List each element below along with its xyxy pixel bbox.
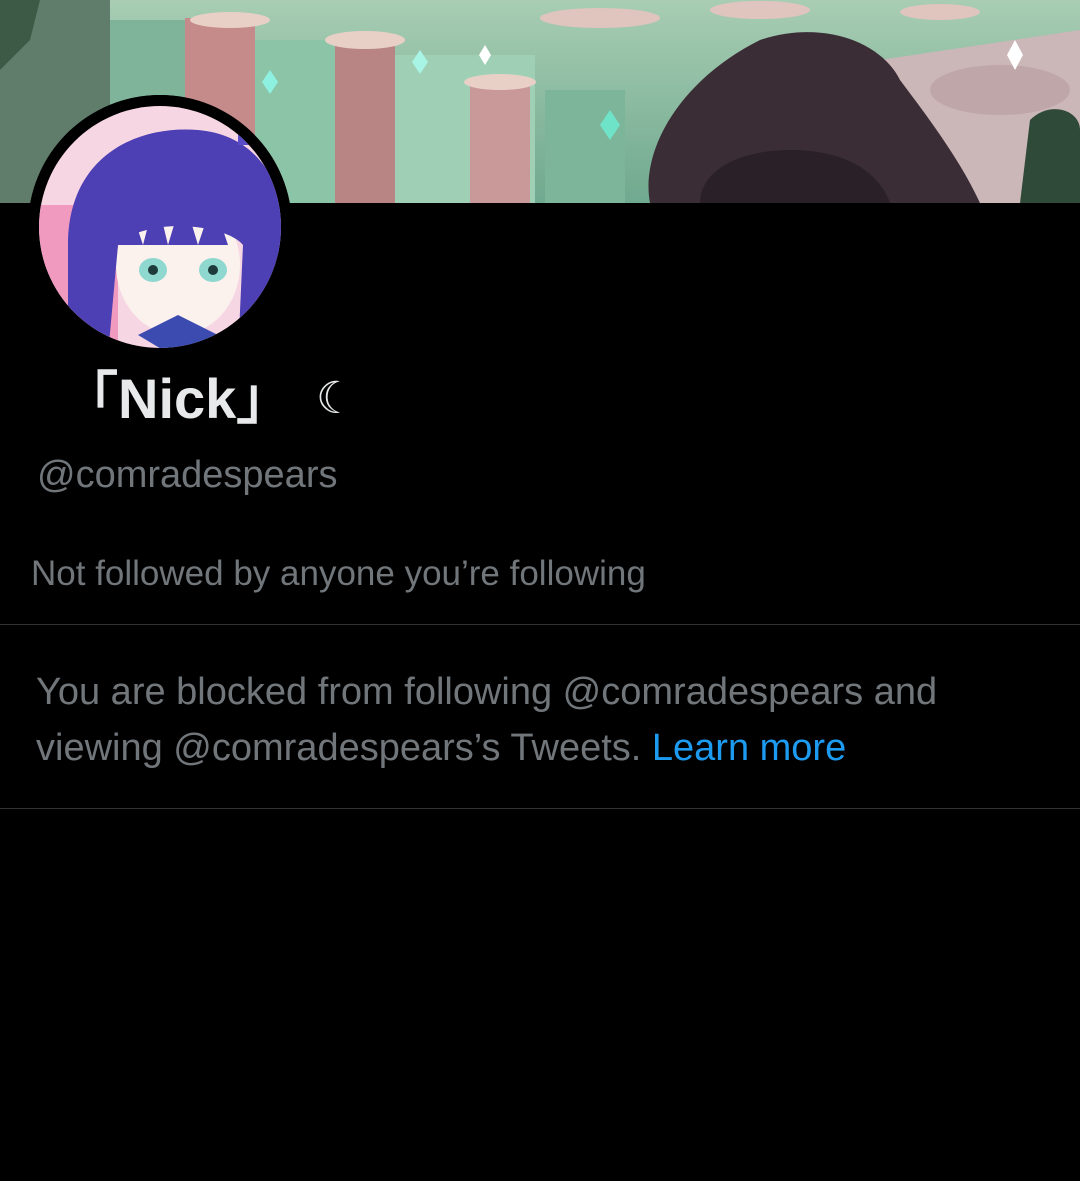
blocked-notice-line2: viewing @comradespears’s Tweets. xyxy=(36,727,642,769)
moon-emoji-icon: ☾ xyxy=(316,374,356,423)
followers-you-know-text[interactable]: Not followed by anyone you’re following xyxy=(31,550,646,598)
divider xyxy=(0,624,1080,625)
blocked-notice: You are blocked from following @comrades… xyxy=(36,664,1056,776)
profile-display-name: 「Nick」 xyxy=(62,367,293,430)
blocked-notice-line1: You are blocked from following @comrades… xyxy=(36,671,938,713)
learn-more-link[interactable]: Learn more xyxy=(652,727,846,769)
profile-handle: @comradespears xyxy=(37,454,338,496)
divider xyxy=(0,808,1080,809)
profile-avatar[interactable] xyxy=(28,95,292,359)
